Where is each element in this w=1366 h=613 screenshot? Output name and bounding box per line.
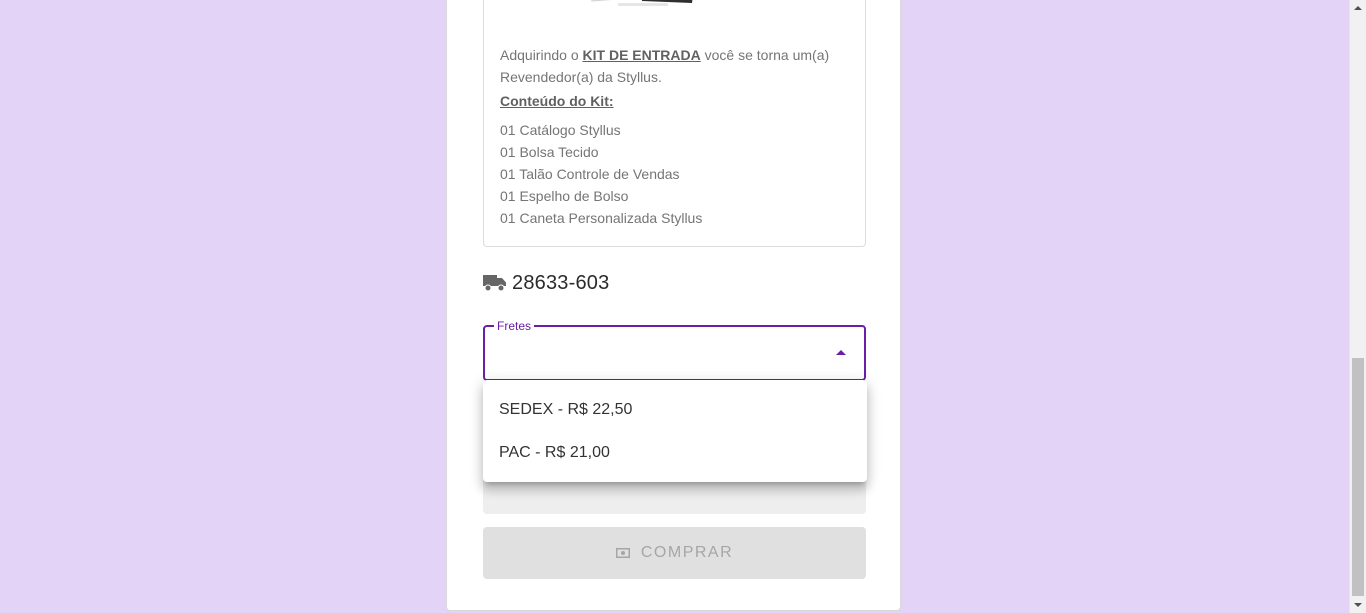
- scroll-down-arrow-icon[interactable]: [1354, 603, 1362, 607]
- shipping-cep: 28633-603: [512, 271, 610, 294]
- arrow-up-icon[interactable]: [836, 350, 846, 355]
- freight-option-sedex[interactable]: SEDEX - R$ 22,50: [483, 388, 867, 431]
- kit-intro-text: Adquirindo o KIT DE ENTRADA você se torn…: [500, 47, 830, 85]
- kit-name-highlight: KIT DE ENTRADA: [582, 47, 701, 63]
- page-scrollbar[interactable]: [1349, 0, 1366, 613]
- kit-item: 01 Catálogo Styllus: [500, 122, 621, 138]
- freight-option-pac[interactable]: PAC - R$ 21,00: [483, 431, 867, 474]
- kit-product-image: [591, 0, 693, 6]
- scrollbar-thumb[interactable]: [1352, 358, 1364, 596]
- freight-select[interactable]: Fretes: [483, 319, 866, 381]
- money-icon: [615, 548, 630, 558]
- kit-description-box: Adquirindo o KIT DE ENTRADA você se torn…: [483, 0, 866, 247]
- freight-select-label: Fretes: [494, 319, 535, 333]
- kit-item: 01 Espelho de Bolso: [500, 188, 629, 204]
- kit-item: 01 Bolsa Tecido: [500, 144, 599, 160]
- shipping-cep-row: 28633-603: [483, 268, 609, 298]
- buy-button[interactable]: COMPRAR: [483, 527, 866, 579]
- buy-button-label: COMPRAR: [640, 544, 734, 561]
- page: Adquirindo o KIT DE ENTRADA você se torn…: [0, 0, 1366, 613]
- freight-dropdown-menu: SEDEX - R$ 22,50 PAC - R$ 21,00: [483, 380, 867, 482]
- scroll-up-arrow-icon[interactable]: [1354, 6, 1362, 10]
- truck-icon: [483, 275, 506, 292]
- kit-item: 01 Caneta Personalizada Styllus: [500, 210, 703, 226]
- kit-contents-list: 01 Catálogo Styllus 01 Bolsa Tecido 01 T…: [500, 119, 702, 229]
- kit-contents-heading: Conteúdo do Kit:: [500, 93, 614, 109]
- product-card: Adquirindo o KIT DE ENTRADA você se torn…: [446, 0, 901, 611]
- kit-item: 01 Talão Controle de Vendas: [500, 166, 680, 182]
